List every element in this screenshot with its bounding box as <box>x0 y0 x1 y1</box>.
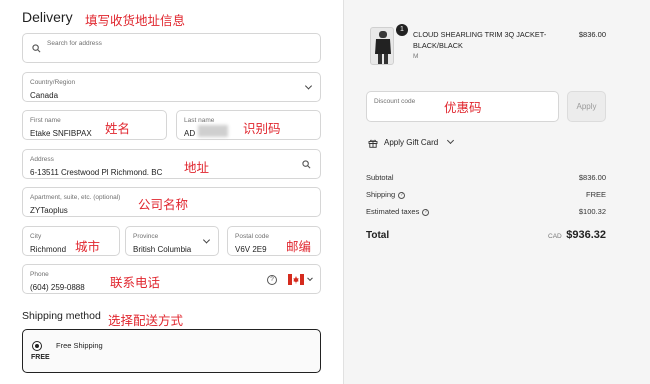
chevron-down-icon <box>202 236 211 244</box>
annotation-phone: 联系电话 <box>110 275 161 290</box>
taxes-label: Estimated taxes <box>366 207 420 216</box>
shipping-option-label: Free Shipping <box>56 341 103 350</box>
address-search-input[interactable]: Search for address <box>22 33 321 63</box>
discount-placeholder: Discount code <box>374 98 416 105</box>
phone-label: Phone <box>30 271 49 278</box>
annotation-postal: 邮编 <box>286 239 312 254</box>
chevron-down-icon <box>304 82 313 90</box>
product-price: $836.00 <box>578 30 606 39</box>
delivery-panel: Delivery 填写收货地址信息 Search for address Cou… <box>0 0 343 384</box>
province-label: Province <box>133 233 159 240</box>
chevron-down-icon <box>447 137 455 145</box>
quantity-badge: 1 <box>396 24 408 36</box>
subtotal-row: Subtotal $836.00 <box>366 173 606 182</box>
subtotal-label: Subtotal <box>366 173 394 182</box>
delivery-title: Delivery <box>22 9 73 25</box>
apply-gift-card-toggle[interactable]: Apply Gift Card <box>368 137 455 148</box>
search-icon <box>32 44 41 53</box>
gift-card-label: Apply Gift Card <box>384 138 439 148</box>
country-value: Canada <box>30 91 59 100</box>
help-icon[interactable]: ? <box>422 208 430 216</box>
taxes-value: $100.32 <box>578 207 606 216</box>
apartment-value: ZYTaoplus <box>30 206 68 215</box>
chevron-down-icon <box>307 275 313 282</box>
shipping-row: Shipping? FREE <box>366 190 606 199</box>
search-icon[interactable] <box>302 160 311 169</box>
postal-label: Postal code <box>235 233 269 240</box>
shipping-value: FREE <box>585 190 606 199</box>
city-value: Richmond <box>30 245 67 254</box>
redacted-block <box>198 125 228 137</box>
country-select[interactable]: Country/Region Canada <box>22 72 321 102</box>
product-variant: M <box>413 53 419 60</box>
shipping-option-price: FREE <box>31 354 50 361</box>
product-thumbnail <box>370 27 394 65</box>
country-label: Country/Region <box>30 79 76 86</box>
first-name-value: Etake SNFIBPAX <box>30 129 92 138</box>
shipping-radio[interactable] <box>32 341 42 351</box>
annotation-address: 地址 <box>184 160 210 175</box>
first-name-label: First name <box>30 117 61 124</box>
address-value: 6-13511 Crestwood Pl Richmond. BC <box>30 168 163 177</box>
address-field[interactable]: Address 6-13511 Crestwood Pl Richmond. B… <box>22 149 321 179</box>
apply-button[interactable]: Apply <box>567 91 606 122</box>
annotation-shipping: 选择配送方式 <box>108 313 184 328</box>
postal-value: V6V 2E9 <box>235 245 267 254</box>
taxes-row: Estimated taxes? $100.32 <box>366 207 606 216</box>
annotation-city: 城市 <box>75 239 101 254</box>
shipping-label: Shipping <box>366 190 396 199</box>
last-name-label: Last name <box>184 117 215 124</box>
canada-flag-icon[interactable] <box>288 274 304 285</box>
first-name-field[interactable]: First name Etake SNFIBPAX <box>22 110 167 140</box>
search-placeholder: Search for address <box>47 40 102 47</box>
annotation-company: 公司名称 <box>138 197 189 212</box>
annotation-id-code: 识别码 <box>243 121 281 136</box>
annotation-discount: 优惠码 <box>444 100 482 115</box>
shipping-method-title: Shipping method <box>22 310 101 322</box>
help-icon[interactable]: ? <box>398 191 406 199</box>
total-currency: CAD <box>548 233 562 240</box>
annotation-fill-address: 填写收货地址信息 <box>85 13 186 28</box>
subtotal-value: $836.00 <box>578 173 606 182</box>
gift-icon <box>368 139 378 148</box>
total-value: $936.32 <box>566 229 606 241</box>
total-label: Total <box>366 230 390 241</box>
help-icon[interactable]: ? <box>267 275 277 285</box>
last-name-value: AD <box>184 129 196 138</box>
shipping-option-free[interactable]: Free Shipping FREE <box>22 329 321 373</box>
apartment-label: Apartment, suite, etc. (optional) <box>30 194 121 201</box>
annotation-name: 姓名 <box>105 121 131 136</box>
product-name: CLOUD SHEARLING TRIM 3Q JACKET- BLACK/BL… <box>413 30 547 50</box>
phone-value: (604) 259-0888 <box>30 283 85 292</box>
city-label: City <box>30 233 42 240</box>
city-field[interactable]: City Richmond <box>22 226 120 256</box>
address-label: Address <box>30 156 54 163</box>
phone-field[interactable]: Phone (604) 259-0888 ? <box>22 264 321 294</box>
province-value: British Columbia <box>133 245 192 254</box>
province-select[interactable]: Province British Columbia <box>125 226 219 256</box>
